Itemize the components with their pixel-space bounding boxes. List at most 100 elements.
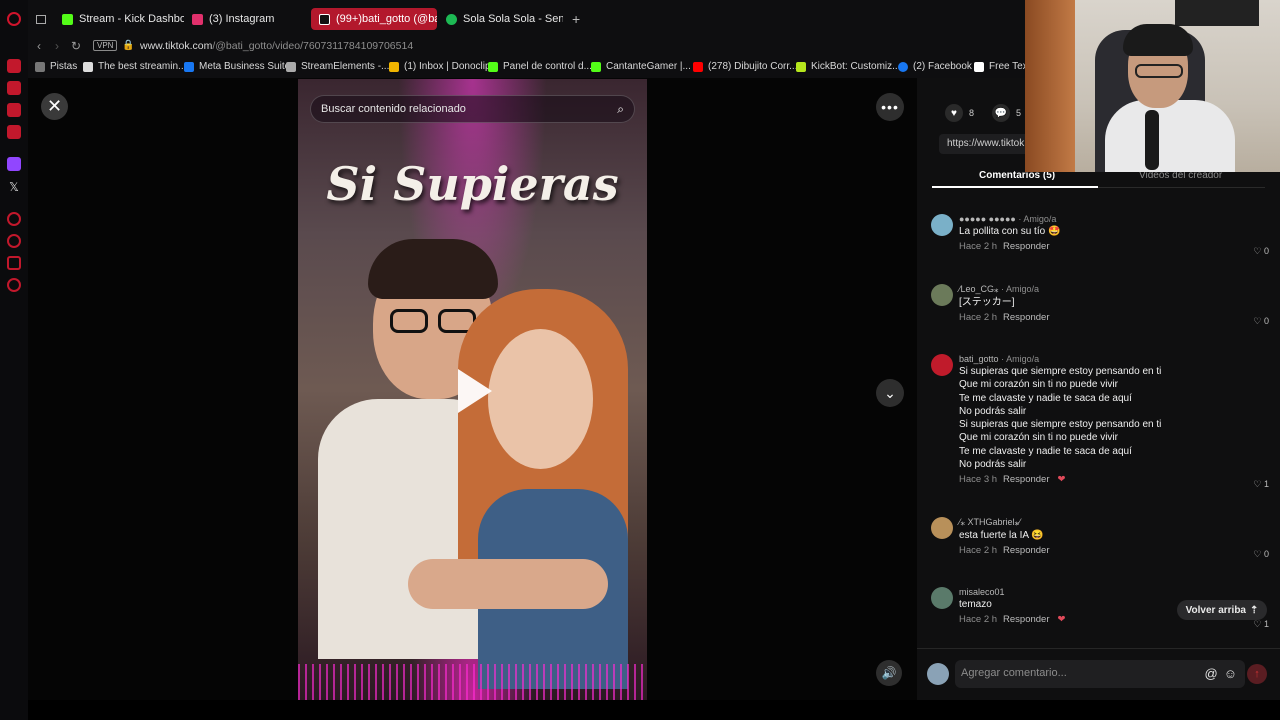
bookmark-cantantegamer[interactable]: CantanteGamer |...	[591, 61, 691, 72]
bookmarks-bar: Pistas The best streamin... Meta Busines…	[28, 57, 1031, 78]
bookmark-free-text[interactable]: Free Text	[974, 61, 1031, 72]
url-host: www.tiktok.com	[140, 40, 213, 52]
avatar[interactable]	[931, 284, 953, 306]
comment-username[interactable]: ⁄Leo_CG⁎	[959, 284, 999, 294]
back-icon[interactable]: ‹	[37, 39, 41, 53]
microphone	[1145, 110, 1159, 170]
kick-icon	[488, 61, 498, 72]
forward-icon[interactable]: ›	[55, 39, 59, 53]
comment-like-button[interactable]: ♡ 0	[1253, 316, 1269, 327]
twitch-icon[interactable]	[7, 157, 21, 171]
settings-icon[interactable]	[7, 278, 21, 292]
comment-username[interactable]: bati_gotto	[959, 354, 999, 364]
comment-input-placeholder: Agregar comentario...	[961, 667, 1067, 679]
youtube-icon	[693, 61, 703, 72]
facebook-icon	[898, 61, 908, 72]
neon-equalizer	[298, 664, 647, 700]
bookmark-youtube[interactable]: (278) Dibujito Corr...	[693, 61, 797, 72]
vpn-badge[interactable]: VPN	[93, 40, 118, 51]
search-icon[interactable]: ⌕	[617, 102, 624, 117]
spotify-icon	[446, 13, 457, 25]
sidebar-app-icon-3[interactable]	[7, 103, 21, 117]
avatar[interactable]	[931, 354, 953, 376]
avatar[interactable]	[931, 587, 953, 609]
url-field[interactable]: www.tiktok.com/@bati_gotto/video/7607311…	[140, 40, 413, 52]
comment-username[interactable]: ●●●●● ●●●●●	[959, 214, 1016, 224]
comment-like-button[interactable]: ♡ 0	[1253, 246, 1269, 257]
x-icon[interactable]: 𝕏	[7, 180, 21, 194]
comment-like-button[interactable]: ♡ 1	[1253, 479, 1269, 490]
avatar[interactable]	[931, 214, 953, 236]
bookmark-streaming[interactable]: The best streamin...	[83, 61, 186, 72]
comment-text: esta fuerte la IA 😆	[959, 530, 1044, 541]
history-icon[interactable]	[7, 234, 21, 248]
emoji-icon[interactable]: ☺	[1224, 666, 1237, 681]
like-button[interactable]: ♥ 8	[945, 104, 974, 122]
reply-button[interactable]: Responder	[1003, 312, 1049, 323]
close-button[interactable]: ✕	[41, 93, 68, 120]
tab-overview-icon[interactable]	[28, 8, 54, 30]
reply-button[interactable]: Responder	[1003, 474, 1049, 485]
back-to-top-button[interactable]: Volver arriba ⇡	[1177, 600, 1267, 620]
bookmark-pistas[interactable]: Pistas	[35, 61, 77, 72]
play-icon[interactable]	[458, 369, 492, 413]
video-player[interactable]: Si Supieras Buscar contenido relacionado…	[298, 79, 647, 700]
arrow-up-icon: ↑	[1254, 668, 1260, 680]
bookmark-panel-control[interactable]: Panel de control d...	[488, 61, 592, 72]
opera-logo-icon[interactable]	[7, 12, 21, 26]
reply-button[interactable]: Responder	[1003, 241, 1049, 252]
comment-time: Hace 3 h	[959, 474, 998, 486]
more-icon: •••	[881, 99, 899, 115]
send-button[interactable]: ↑	[1247, 664, 1267, 684]
tiktok-icon	[319, 13, 330, 25]
comment-time: Hace 2 h	[959, 614, 998, 626]
comment-count-button[interactable]: 💬 5	[992, 104, 1021, 122]
comment-time: Hace 2 h	[959, 241, 998, 253]
kick-icon	[62, 13, 73, 25]
reload-icon[interactable]: ↻	[71, 39, 81, 53]
video-title-overlay: Si Supieras	[326, 157, 619, 211]
sidebar-app-icon-6[interactable]	[7, 256, 21, 270]
avatar[interactable]	[927, 663, 949, 685]
friend-tag: · Amigo/a	[1018, 214, 1057, 224]
sidebar-app-icon-5[interactable]	[7, 212, 21, 226]
bookmark-meta[interactable]: Meta Business Suite	[184, 61, 290, 72]
reply-button[interactable]: Responder	[1003, 614, 1049, 625]
volume-button[interactable]: 🔊	[876, 660, 902, 686]
bookmark-favicon	[83, 61, 93, 72]
new-tab-button[interactable]: +	[564, 8, 588, 30]
heart-icon: ♥	[945, 104, 963, 122]
mention-icon[interactable]: @	[1205, 666, 1218, 681]
sidebar-app-icon-1[interactable]	[7, 59, 21, 73]
address-bar: ‹ › ↻ VPN 🔒 www.tiktok.com/@bati_gotto/v…	[28, 37, 1028, 57]
reply-button[interactable]: Responder	[1003, 545, 1049, 556]
tab-instagram[interactable]: (3) Instagram	[184, 8, 308, 30]
avatar[interactable]	[931, 517, 953, 539]
bookmark-favicon	[389, 61, 399, 72]
instagram-icon	[192, 13, 203, 25]
comment-like-button[interactable]: ♡ 1	[1253, 619, 1269, 630]
tab-spotify[interactable]: Sola Sola Sola - Sencillo d	[438, 8, 563, 30]
comment-like-button[interactable]: ♡ 0	[1253, 549, 1269, 560]
folder-icon	[35, 61, 45, 72]
comment-composer: Agregar comentario... @ ☺ ↑	[917, 648, 1280, 700]
bookmark-kickbot[interactable]: KickBot: Customiz...	[796, 61, 900, 72]
sidebar-app-icon-4[interactable]	[7, 125, 21, 139]
bookmark-donoclip[interactable]: (1) Inbox | Donoclip	[389, 61, 491, 72]
next-video-button[interactable]: ⌄	[876, 379, 904, 407]
friend-tag: · Amigo/a	[1001, 354, 1040, 364]
bookmark-streamelements[interactable]: StreamElements -...	[286, 61, 389, 72]
comment-username[interactable]: misaleco01	[959, 587, 1005, 597]
comment-username[interactable]: ⁄⁎ XTHGabriel⁎⁄	[959, 517, 1021, 527]
bookmark-favicon	[286, 61, 296, 72]
tab-kick-dashboard[interactable]: Stream - Kick Dashboard	[54, 8, 184, 30]
sidebar-app-icon-2[interactable]	[7, 81, 21, 95]
lock-icon: 🔒	[122, 40, 135, 51]
more-options-button[interactable]: •••	[876, 93, 904, 121]
chevron-down-icon: ⌄	[884, 384, 896, 401]
tab-tiktok[interactable]: (99+)bati_gotto (@bati_go	[311, 8, 437, 30]
bookmark-facebook[interactable]: (2) Facebook	[898, 61, 972, 72]
comment-input[interactable]: Agregar comentario... @ ☺	[955, 660, 1245, 688]
volume-icon: 🔊	[881, 666, 897, 680]
related-search-input[interactable]: Buscar contenido relacionado ⌕	[310, 95, 635, 123]
